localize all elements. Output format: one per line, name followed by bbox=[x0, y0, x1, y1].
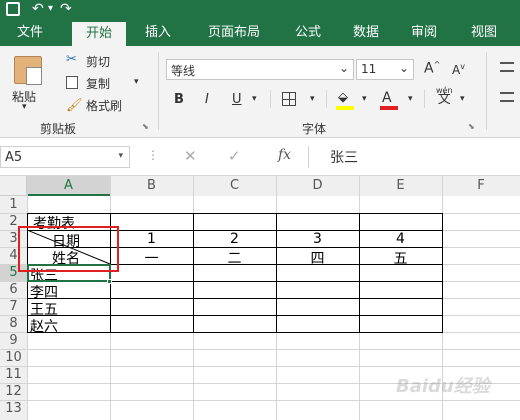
font-group-label: 字体 bbox=[302, 122, 327, 136]
tab-insert[interactable]: 插入 bbox=[134, 19, 182, 46]
chevron-down-icon[interactable]: ▾ bbox=[22, 102, 27, 112]
copy-button[interactable]: 复制 bbox=[86, 75, 110, 92]
cancel-icon[interactable]: ✕ bbox=[184, 147, 197, 165]
cell-c3[interactable]: 2 bbox=[193, 231, 276, 247]
enter-icon[interactable]: ✓ bbox=[228, 147, 241, 165]
cell-b3[interactable]: 1 bbox=[110, 231, 193, 247]
redo-icon[interactable]: ↷ bbox=[60, 1, 72, 17]
chevron-down-icon: ⌄ bbox=[338, 61, 349, 75]
undo-icon[interactable]: ↶ bbox=[32, 1, 44, 17]
ribbon-tabs: 文件 开始 插入 页面布局 公式 数据 审阅 视图 bbox=[0, 19, 520, 46]
column-header-c[interactable]: C bbox=[193, 176, 276, 196]
copy-icon bbox=[66, 76, 78, 89]
border-icon[interactable] bbox=[282, 92, 296, 106]
name-box[interactable]: A5 ▾ bbox=[0, 146, 130, 168]
font-size-value: 11 bbox=[361, 62, 377, 76]
format-painter-icon: 🖌 bbox=[66, 98, 83, 113]
tab-view[interactable]: 视图 bbox=[460, 19, 508, 46]
cell-a8[interactable]: 赵六 bbox=[30, 316, 58, 336]
bold-button[interactable]: B bbox=[174, 92, 184, 107]
tab-page-layout[interactable]: 页面布局 bbox=[194, 19, 274, 46]
title-bar: ↶ ▾ ↷ bbox=[0, 0, 520, 19]
increase-font-button[interactable]: A^ bbox=[424, 60, 440, 77]
dialog-launcher-icon[interactable]: ⬊ bbox=[468, 122, 475, 131]
formula-bar: A5 ▾ ⋮ ✕ ✓ fx 张三 bbox=[0, 138, 520, 176]
font-color-button[interactable]: A bbox=[382, 90, 392, 106]
column-header-a[interactable]: A bbox=[27, 176, 110, 196]
chevron-down-icon[interactable]: ▾ bbox=[310, 94, 315, 104]
chevron-down-icon[interactable]: ▾ bbox=[362, 94, 367, 104]
formula-input[interactable]: 张三 bbox=[330, 147, 358, 167]
font-name-value: 等线 bbox=[171, 64, 196, 78]
chevron-down-icon[interactable]: ▾ bbox=[134, 77, 139, 87]
align-icon[interactable] bbox=[500, 62, 514, 72]
cell-d3[interactable]: 3 bbox=[276, 231, 359, 247]
cell-e4[interactable]: 五 bbox=[359, 248, 442, 268]
chevron-down-icon[interactable]: ▾ bbox=[460, 94, 465, 104]
decrease-font-button[interactable]: Av bbox=[452, 62, 465, 77]
row-header[interactable]: 11 bbox=[0, 366, 27, 383]
row-header[interactable]: 8 bbox=[0, 315, 27, 332]
dialog-launcher-icon[interactable]: ⬊ bbox=[142, 122, 149, 131]
insert-function-button[interactable]: fx bbox=[278, 147, 291, 163]
format-painter-button[interactable]: 格式刷 bbox=[86, 97, 122, 114]
row-header[interactable]: 1 bbox=[0, 196, 27, 213]
font-size-dropdown[interactable]: 11 ⌄ bbox=[356, 59, 414, 80]
chevron-down-icon: ⌄ bbox=[398, 61, 409, 75]
save-icon[interactable] bbox=[6, 2, 20, 16]
cut-button[interactable]: 剪切 bbox=[86, 53, 110, 70]
scissors-icon: ✂ bbox=[66, 52, 77, 67]
fill-color-bar bbox=[336, 106, 354, 110]
column-header-f[interactable]: F bbox=[442, 176, 520, 196]
worksheet-grid[interactable]: A B C D E F 1 2 3 4 5 6 7 8 9 10 11 12 1… bbox=[0, 176, 520, 420]
paste-icon[interactable] bbox=[14, 56, 42, 85]
column-header-b[interactable]: B bbox=[110, 176, 193, 196]
watermark: Baidu经验 bbox=[396, 376, 490, 397]
chevron-down-icon[interactable]: ▾ bbox=[48, 1, 53, 17]
chevron-down-icon[interactable]: ▾ bbox=[252, 94, 257, 104]
tab-formulas[interactable]: 公式 bbox=[284, 19, 332, 46]
align-icon[interactable] bbox=[500, 92, 514, 102]
chevron-down-icon[interactable]: ▾ bbox=[408, 94, 413, 104]
fill-color-icon[interactable]: ⬙ bbox=[338, 90, 348, 105]
highlight-box bbox=[18, 226, 119, 272]
phonetic-guide-button[interactable]: wén 文 bbox=[436, 86, 453, 106]
ribbon: 粘贴 ▾ ✂ 剪切 复制 ▾ 🖌 格式刷 剪贴板 ⬊ 等线 ⌄ 11 ⌄ A^ … bbox=[0, 46, 520, 138]
clipboard-group-label: 剪贴板 bbox=[40, 122, 77, 136]
more-icon: ⋮ bbox=[147, 148, 159, 162]
tab-review[interactable]: 审阅 bbox=[400, 19, 448, 46]
row-header[interactable]: 9 bbox=[0, 332, 27, 349]
tab-home[interactable]: 开始 bbox=[72, 22, 126, 46]
select-all-corner[interactable] bbox=[0, 176, 27, 196]
font-name-dropdown[interactable]: 等线 ⌄ bbox=[166, 59, 354, 80]
row-header[interactable]: 6 bbox=[0, 281, 27, 298]
chevron-down-icon: ▾ bbox=[118, 151, 123, 161]
column-header-d[interactable]: D bbox=[276, 176, 359, 196]
fill-handle[interactable] bbox=[107, 279, 112, 284]
font-color-bar bbox=[380, 106, 398, 110]
tab-data[interactable]: 数据 bbox=[342, 19, 390, 46]
tab-file[interactable]: 文件 bbox=[6, 19, 54, 46]
cell-e3[interactable]: 4 bbox=[359, 231, 442, 247]
row-header[interactable]: 10 bbox=[0, 349, 27, 366]
cell-b4[interactable]: 一 bbox=[110, 248, 193, 268]
name-box-value: A5 bbox=[5, 150, 23, 165]
row-header[interactable]: 7 bbox=[0, 298, 27, 315]
column-header-e[interactable]: E bbox=[359, 176, 442, 196]
row-header[interactable]: 12 bbox=[0, 383, 27, 400]
cell-c4[interactable]: 二 bbox=[193, 248, 276, 268]
italic-button[interactable]: I bbox=[205, 92, 209, 107]
row-header[interactable]: 13 bbox=[0, 400, 27, 420]
underline-button[interactable]: U bbox=[232, 92, 242, 107]
cell-d4[interactable]: 四 bbox=[276, 248, 359, 268]
